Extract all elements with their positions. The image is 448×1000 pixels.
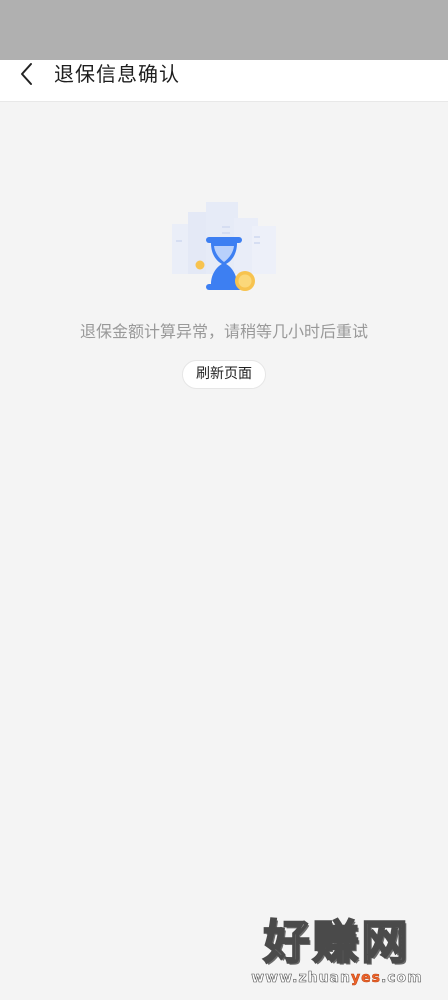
watermark-url: www.zhuanyes.com (242, 970, 432, 987)
hourglass-icon (172, 202, 276, 291)
watermark-url-suffix: .com (380, 970, 423, 987)
status-bar (0, 0, 448, 60)
nav-bar: 退保信息确认 (0, 60, 448, 102)
watermark-logo: 好赚网 (263, 915, 411, 969)
watermark-url-highlight: yes (350, 970, 381, 987)
chevron-left-icon (21, 63, 32, 85)
refresh-page-button[interactable]: 刷新页面 (182, 360, 266, 389)
empty-state-illustration (162, 196, 286, 300)
page-title: 退保信息确认 (54, 62, 180, 86)
back-button[interactable] (12, 60, 42, 88)
error-message: 退保金额计算异常，请稍等几小时后重试 (79, 322, 368, 341)
site-watermark: 好赚网 www.zhuanyes.com (242, 915, 432, 987)
watermark-url-prefix: www.zhuan (251, 970, 351, 987)
